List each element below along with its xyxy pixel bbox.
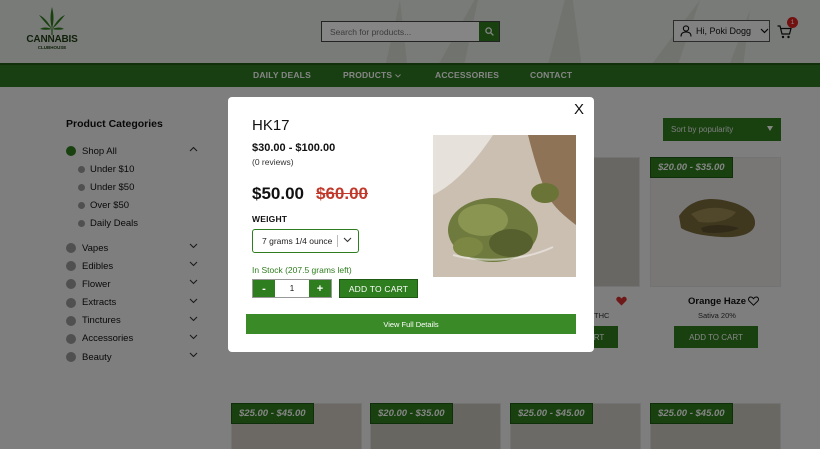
price-range: $30.00 - $100.00 [252,142,336,154]
quantity-increase-button[interactable]: + [309,280,331,297]
close-button[interactable]: X [572,102,586,117]
weight-selected-value: 7 grams 1/4 ounce [262,236,333,246]
current-price: $50.00 [252,184,304,203]
product-photo [433,135,576,277]
chevron-down-icon [343,237,352,243]
add-to-cart-button[interactable]: ADD TO CART [339,279,418,298]
weight-label: WEIGHT [252,214,288,224]
quantity-stepper: - 1 + [252,279,332,298]
weight-select[interactable]: 7 grams 1/4 ounce [252,229,359,253]
quantity-input[interactable]: 1 [275,280,309,297]
review-count[interactable]: (0 reviews) [252,157,294,167]
original-price: $60.00 [316,184,368,203]
stock-status: In Stock (207.5 grams left) [252,265,352,275]
view-full-details-button[interactable]: View Full Details [246,314,576,334]
select-divider [337,235,338,247]
product-title: HK17 [252,117,290,134]
cannabis-bag-image [433,135,576,277]
quantity-decrease-button[interactable]: - [253,280,275,297]
quick-view-modal: X HK17 $30.00 - $100.00 (0 reviews) $50.… [228,97,594,352]
